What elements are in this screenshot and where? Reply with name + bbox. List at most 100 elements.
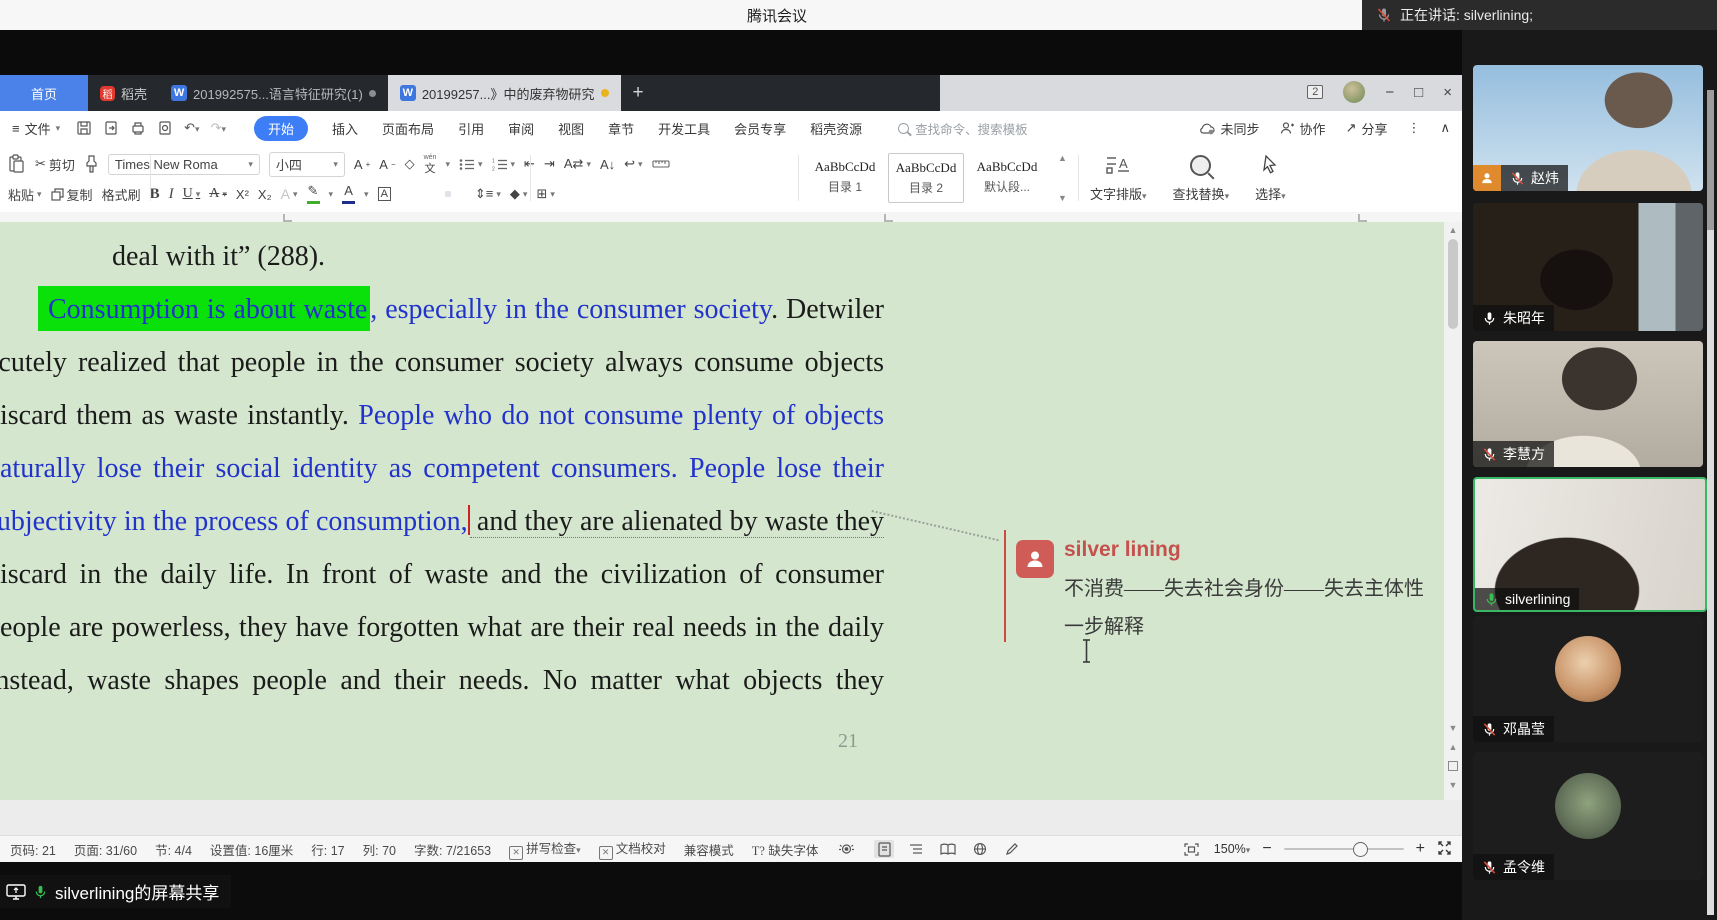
copy-button[interactable]: 复制 [51, 185, 93, 204]
web-view-icon[interactable] [970, 840, 990, 858]
participant-tile-李慧方[interactable]: 李慧方 [1473, 341, 1703, 467]
style-preset[interactable]: AaBbCcDd目录 1 [808, 153, 882, 201]
font-color-button[interactable]: A [342, 184, 355, 204]
statusbar-item[interactable]: 页面: 31/60 [74, 840, 137, 859]
document-line[interactable]: deal with it” (288). [0, 230, 884, 283]
browse-object-icon[interactable] [1448, 761, 1458, 771]
style-preset[interactable]: AaBbCcDd默认段... [970, 153, 1044, 201]
statusbar-item[interactable]: 页码: 21 [10, 840, 56, 859]
zoom-level[interactable]: 150%▾ [1214, 842, 1251, 856]
show-marks-button[interactable]: ↩▾ [624, 156, 642, 172]
eye-protect-icon[interactable] [836, 840, 856, 858]
compat-mode-label[interactable]: 兼容模式 [684, 840, 734, 859]
underline-button[interactable]: U▾ [183, 186, 201, 202]
scroll-up-icon[interactable]: ▲ [1449, 225, 1458, 235]
comment-author[interactable]: silver lining [1064, 538, 1181, 562]
close-button[interactable]: × [1443, 85, 1452, 100]
new-tab-button[interactable]: + [621, 82, 656, 104]
outline-view-icon[interactable] [906, 840, 926, 858]
document-scrollbar[interactable]: ▲ ▼ ▲ ▼ [1444, 222, 1462, 800]
participant-tile-朱昭年[interactable]: 朱昭年 [1473, 203, 1703, 331]
align-justify-button[interactable] [445, 191, 451, 197]
cut-button[interactable]: ✂剪切 [35, 155, 75, 174]
ribbon-tab-章节[interactable]: 章节 [608, 119, 634, 138]
tab-docer[interactable]: 稻 稻壳 [88, 75, 159, 111]
ribbon-tab-审阅[interactable]: 审阅 [508, 119, 534, 138]
zoom-out-button[interactable]: − [1262, 840, 1271, 858]
sync-status[interactable]: 未同步 [1199, 119, 1260, 138]
tab-home[interactable]: 首页 [0, 75, 88, 111]
clear-format-icon[interactable]: ◇ [405, 156, 415, 172]
text-effects-button[interactable]: A▾ [281, 186, 298, 202]
align-left-button[interactable] [400, 191, 406, 197]
export-icon[interactable] [103, 120, 119, 136]
participant-tile-赵炜[interactable]: 赵炜 [1473, 65, 1703, 191]
read-mode-icon[interactable] [938, 840, 958, 858]
style-preset[interactable]: AaBbCcDd目录 2 [888, 153, 964, 203]
font-size-select[interactable]: 小四▾ [269, 152, 345, 177]
ruler-icon[interactable] [652, 159, 670, 169]
tab-pin-icon[interactable] [369, 90, 376, 97]
statusbar-item[interactable]: 行: 17 [311, 840, 344, 859]
document-line[interactable]: Consumption is about waste, especially i… [0, 283, 884, 336]
zoom-slider-handle[interactable] [1353, 842, 1368, 857]
numbered-list-button[interactable]: 12▾ [492, 158, 516, 171]
statusbar-item[interactable]: 节: 4/4 [155, 840, 192, 859]
doc-proof-toggle[interactable]: ✕文档校对 [599, 838, 666, 860]
document-line[interactable]: naturally lose their social identity as … [0, 442, 884, 495]
document-line[interactable]: Instead, waste shapes people and their n… [0, 654, 884, 707]
ink-pen-icon[interactable] [1002, 840, 1022, 858]
find-replace-button[interactable]: 查找替换▾ [1173, 150, 1230, 203]
format-painter-button[interactable]: 格式刷 [102, 185, 141, 204]
print-icon[interactable] [130, 120, 146, 136]
zoom-in-button[interactable]: + [1416, 840, 1425, 858]
participant-tile-silverlining[interactable]: silverlining [1473, 477, 1707, 612]
increase-indent-icon[interactable]: ⇥ [544, 156, 555, 172]
document-text[interactable]: deal with it” (288).Consumption is about… [0, 230, 884, 707]
tab-document-1[interactable]: W 201992575...语言特征研究(1) [159, 75, 388, 111]
text-layout-button[interactable]: A 文字排版▾ [1090, 150, 1147, 203]
line-spacing-button[interactable]: ⇕≡▾ [475, 186, 501, 202]
account-avatar[interactable] [1343, 81, 1365, 103]
sidebar-scrollbar-thumb[interactable] [1707, 90, 1714, 230]
superscript-button[interactable]: X² [236, 187, 249, 202]
ribbon-tab-引用[interactable]: 引用 [458, 119, 484, 138]
statusbar-item[interactable]: 设置值: 16厘米 [210, 840, 293, 859]
ribbon-tab-稻壳资源[interactable]: 稻壳资源 [810, 119, 862, 138]
document-line[interactable]: subjectivity in the process of consumpti… [0, 495, 884, 548]
increase-font-button[interactable]: A+ [354, 157, 370, 172]
document-line[interactable]: people are powerless, they have forgotte… [0, 601, 884, 654]
char-border-button[interactable]: A [378, 187, 391, 201]
document-line[interactable]: acutely realized that people in the cons… [0, 336, 884, 389]
ribbon-tab-会员专享[interactable]: 会员专享 [734, 119, 786, 138]
pinyin-guide-button[interactable]: wén文 [424, 154, 437, 175]
fullscreen-icon[interactable] [1437, 841, 1452, 858]
paste-icon[interactable] [8, 154, 26, 174]
prev-page-icon[interactable]: ▲ [1449, 742, 1458, 752]
print-preview-icon[interactable] [157, 120, 173, 136]
spell-check-toggle[interactable]: ✕拼写检查▾ [509, 838, 581, 860]
participant-tile-孟令维[interactable]: 孟令维 [1473, 752, 1703, 880]
collaborate-button[interactable]: 协作 [1280, 119, 1326, 138]
comment-text-line1[interactable]: 不消费——失去社会身份——失去主体性 [1064, 572, 1424, 601]
strikethrough-button[interactable]: A▾ [209, 186, 227, 202]
sort-button[interactable]: A↓ [600, 157, 615, 172]
format-painter-icon[interactable] [84, 155, 99, 174]
align-right-button[interactable] [430, 191, 436, 197]
more-menu-icon[interactable]: ⋮ [1407, 120, 1420, 136]
next-page-icon[interactable]: ▼ [1449, 780, 1458, 790]
shading-button[interactable]: ◆▾ [510, 186, 528, 202]
subscript-button[interactable]: X₂ [258, 187, 272, 202]
zoom-slider[interactable] [1284, 848, 1404, 850]
page-view-icon[interactable] [874, 840, 894, 858]
distribute-button[interactable] [460, 191, 466, 197]
minimize-button[interactable]: − [1385, 85, 1394, 100]
comment-text-line2[interactable]: 一步解释 [1064, 610, 1144, 639]
comment-avatar[interactable] [1016, 540, 1054, 578]
window-count-badge[interactable]: 2 [1307, 85, 1323, 99]
document-line[interactable]: discard them as waste instantly. People … [0, 389, 884, 442]
ribbon-tab-页面布局[interactable]: 页面布局 [382, 119, 434, 138]
scrollbar-thumb[interactable] [1448, 239, 1458, 329]
file-menu[interactable]: ≡ 文件 ▾ [12, 119, 60, 138]
borders-button[interactable]: ⊞▾ [536, 186, 554, 202]
